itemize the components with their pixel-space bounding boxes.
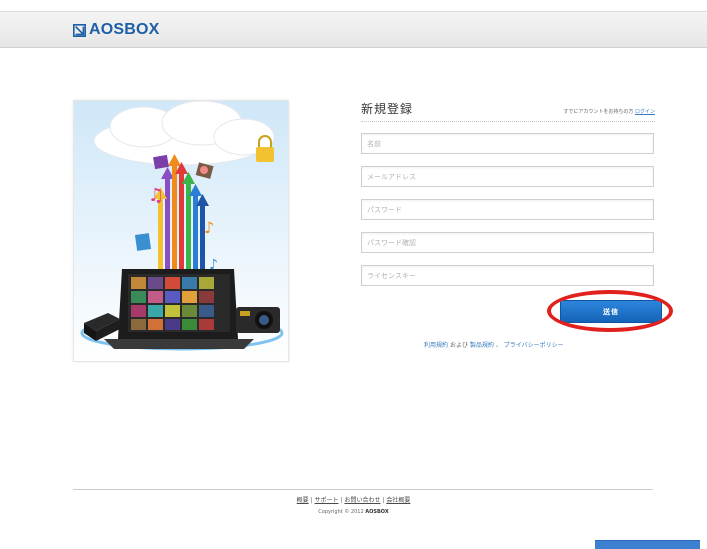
footer-sep: | bbox=[310, 497, 313, 504]
terms-separator: 、 bbox=[495, 342, 502, 349]
cloud-upload-illustration-icon: ♫ ♪ ♪ bbox=[74, 101, 288, 361]
logo-mark-icon bbox=[73, 23, 86, 37]
login-prefix: すでにアカウントをお持ちの方 bbox=[563, 109, 634, 115]
logo-text: AOSBOX bbox=[89, 21, 160, 38]
login-note: すでにアカウントをお持ちの方 ログイン bbox=[563, 108, 655, 115]
svg-text:♪: ♪ bbox=[204, 218, 214, 237]
aosbox-logo[interactable]: AOSBOX bbox=[73, 20, 160, 40]
login-link[interactable]: ログイン bbox=[635, 109, 655, 115]
submit-area: 送信 bbox=[547, 290, 673, 332]
footer-link-overview[interactable]: 概要 bbox=[297, 497, 309, 504]
footer-divider bbox=[73, 489, 653, 490]
footer-sep: | bbox=[382, 497, 385, 504]
footer-link-support[interactable]: サポート bbox=[315, 497, 339, 504]
terms-line: 利用規約 および 製品規約 、 プライバシーポリシー bbox=[424, 340, 564, 349]
password-confirm-field[interactable] bbox=[361, 232, 654, 253]
form-header: 新規登録 すでにアカウントをお持ちの方 ログイン bbox=[361, 96, 655, 122]
top-header-bar: AOSBOX bbox=[0, 11, 707, 48]
privacy-policy-link[interactable]: プライバシーポリシー bbox=[504, 342, 564, 349]
copyright-brand: AOSBOX bbox=[365, 509, 389, 515]
corner-button[interactable] bbox=[595, 540, 700, 549]
password-field[interactable] bbox=[361, 199, 654, 220]
terms-of-use-link[interactable]: 利用規約 bbox=[424, 342, 448, 349]
highlight-ring bbox=[547, 290, 673, 332]
footer-link-company[interactable]: 会社概要 bbox=[386, 497, 410, 504]
footer-link-contact[interactable]: お問い合わせ bbox=[344, 497, 380, 504]
signup-form: 新規登録 すでにアカウントをお持ちの方 ログイン 送信 利用規約 および 製品規… bbox=[361, 96, 673, 349]
license-key-field[interactable] bbox=[361, 265, 654, 286]
hero-illustration: ♫ ♪ ♪ bbox=[73, 100, 289, 362]
footer-links: 概要 | サポート | お問い合わせ | 会社概要 bbox=[0, 495, 707, 504]
name-field[interactable] bbox=[361, 133, 654, 154]
copyright-prefix: Copyright © 2012 bbox=[318, 509, 364, 515]
page-title: 新規登録 bbox=[361, 102, 414, 116]
terms-and: および bbox=[449, 342, 468, 349]
email-field[interactable] bbox=[361, 166, 654, 187]
svg-text:♫: ♫ bbox=[148, 185, 164, 206]
product-terms-link[interactable]: 製品規約 bbox=[470, 342, 494, 349]
footer-sep: | bbox=[340, 497, 343, 504]
copyright: Copyright © 2012 AOSBOX bbox=[0, 509, 707, 515]
